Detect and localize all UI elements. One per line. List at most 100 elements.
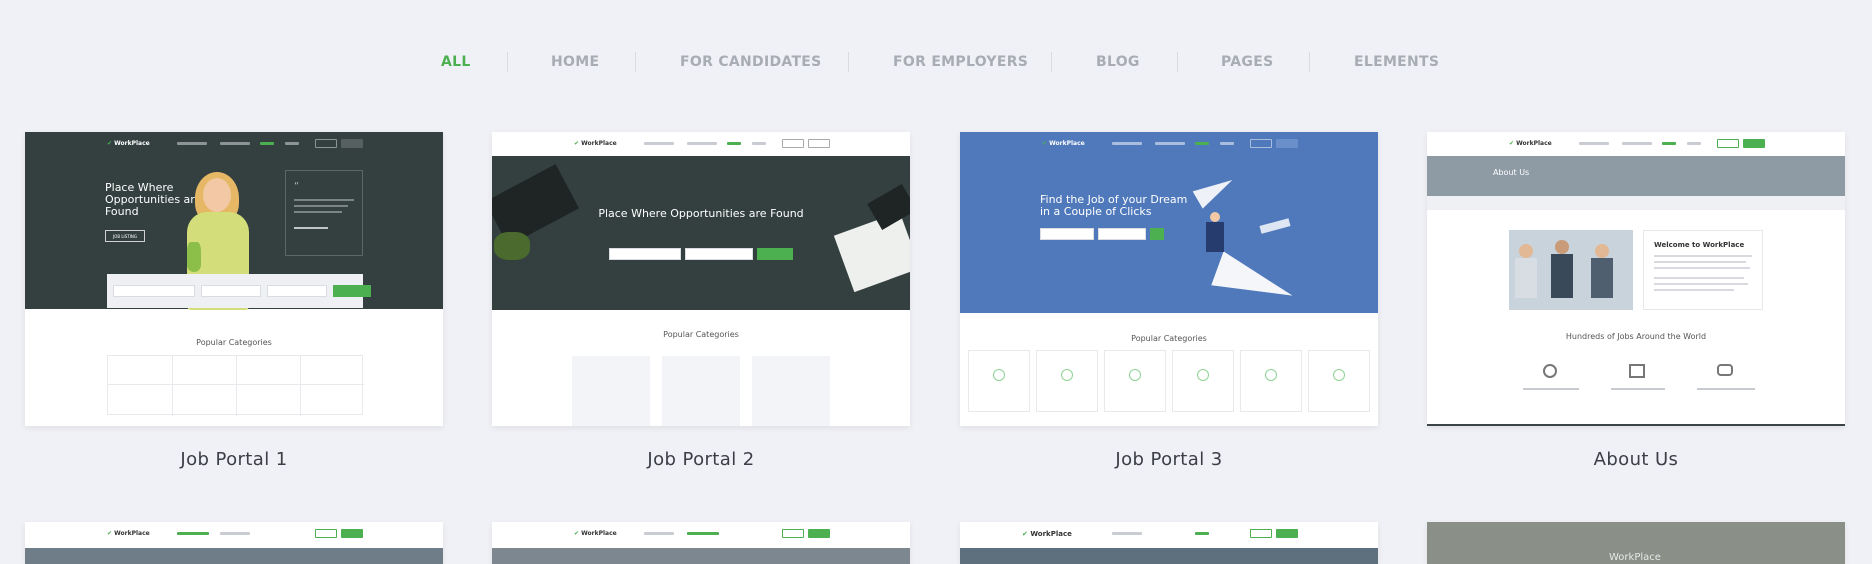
mini-login-button	[1276, 139, 1298, 148]
mini-signup-button	[782, 139, 804, 148]
demo-card[interactable]: ✔ WorkPlace	[25, 522, 443, 564]
hero-title: Place Where Opportunities are Found	[598, 207, 804, 220]
mini-menu-item	[644, 532, 674, 535]
feature-text	[1611, 388, 1665, 390]
mini-signup-button	[315, 529, 337, 538]
category-column	[662, 356, 740, 426]
mini-menu-item	[285, 142, 299, 145]
section-title: Popular Categories	[1131, 334, 1207, 343]
filter-home[interactable]: HOME	[551, 50, 599, 74]
mini-menu-item	[1155, 142, 1185, 145]
mini-logo: ✔ WorkPlace	[1022, 530, 1072, 538]
category-tile	[968, 350, 1030, 412]
mini-navbar: ✔ WorkPlace	[1427, 132, 1845, 156]
mini-logo: ✔ WorkPlace	[574, 530, 617, 537]
demo-label[interactable]: Job Portal 1	[25, 449, 443, 470]
quote-icon: “	[294, 181, 300, 192]
search-bar	[1040, 228, 1164, 240]
keyword-input[interactable]	[1040, 228, 1094, 240]
mini-navbar: ✔ WorkPlace	[960, 132, 1378, 156]
person-figure	[1206, 222, 1224, 252]
filter-divider	[507, 52, 508, 72]
feature-text	[1697, 388, 1755, 390]
mini-menu-item	[687, 532, 719, 535]
filter-for-candidates[interactable]: FOR CANDIDATES	[680, 50, 822, 74]
demo-card[interactable]: ✔ WorkPlace	[960, 522, 1378, 564]
breadcrumb	[1427, 196, 1845, 210]
category-tile	[1104, 350, 1166, 412]
hero-button: JOB LISTING	[105, 230, 145, 242]
demo-label[interactable]: About Us	[1427, 449, 1845, 470]
filter-divider	[1177, 52, 1178, 72]
search-button[interactable]	[333, 285, 371, 297]
mini-menu-item	[1220, 142, 1234, 145]
demo-card[interactable]: ✔ WorkPlace	[492, 522, 910, 564]
filter-for-employers[interactable]: FOR EMPLOYERS	[893, 50, 1028, 74]
demo-card[interactable]: WorkPlace	[1427, 522, 1845, 564]
feature-text	[1523, 388, 1579, 390]
categories-grid	[107, 355, 364, 416]
mini-login-button	[1276, 529, 1298, 538]
demo-card-job-portal-3[interactable]: ✔ WorkPlace Find the Job of your Dream i…	[960, 132, 1378, 426]
filter-divider	[1309, 52, 1310, 72]
plant-icon	[187, 242, 201, 272]
filter-pages[interactable]: PAGES	[1221, 50, 1273, 74]
mini-login-button	[1743, 139, 1765, 148]
section-title: Popular Categories	[663, 330, 739, 339]
demo-label[interactable]: Job Portal 3	[960, 449, 1378, 470]
mini-login-button	[808, 139, 830, 148]
category-tile	[1308, 350, 1370, 412]
mini-navbar: ✔ WorkPlace	[492, 522, 910, 546]
mini-signup-button	[315, 139, 337, 148]
demo-label[interactable]: Job Portal 2	[492, 449, 910, 470]
handshake-icon	[1717, 364, 1733, 376]
building-icon	[1629, 364, 1645, 378]
mini-menu-item	[220, 532, 250, 535]
keyword-input[interactable]	[113, 285, 195, 297]
hero-photo	[492, 548, 910, 564]
testimonial-box: “	[285, 170, 363, 256]
plant-icon	[494, 232, 530, 260]
category-select[interactable]	[201, 285, 261, 297]
filter-all[interactable]: ALL	[441, 50, 471, 74]
person-photo	[203, 178, 231, 212]
filter-divider	[1051, 52, 1052, 72]
region-select[interactable]	[267, 285, 327, 297]
region-select[interactable]	[685, 248, 753, 260]
mini-menu-item	[1195, 142, 1209, 145]
region-select[interactable]	[1098, 228, 1146, 240]
mini-menu-item	[220, 142, 250, 145]
team-photo	[1509, 230, 1633, 310]
hero-photo	[960, 548, 1378, 564]
filter-blog[interactable]: BLOG	[1096, 50, 1140, 74]
mini-menu-item	[1195, 532, 1209, 535]
mini-logo: ✔ WorkPlace	[1042, 140, 1085, 147]
demo-card-about-us[interactable]: ✔ WorkPlace About Us Welcome to WorkPlac…	[1427, 132, 1845, 426]
search-button[interactable]	[757, 248, 793, 260]
mini-logo: ✔ WorkPlace	[1509, 140, 1552, 147]
demo-card-job-portal-2[interactable]: ✔ WorkPlace Place Where Opportunities ar…	[492, 132, 910, 426]
mini-logo: ✔ WorkPlace	[107, 530, 150, 537]
mini-menu-item	[1112, 532, 1142, 535]
person-figure	[1210, 212, 1220, 222]
mini-menu-item	[687, 142, 717, 145]
hero-section	[960, 132, 1378, 313]
mini-logo: WorkPlace	[1609, 552, 1661, 563]
filter-elements[interactable]: ELEMENTS	[1354, 50, 1439, 74]
filter-divider	[848, 52, 849, 72]
category-tile	[1172, 350, 1234, 412]
mini-menu-item	[727, 142, 741, 145]
mini-signup-button	[1717, 139, 1739, 148]
filter-divider	[635, 52, 636, 72]
keyword-input[interactable]	[609, 248, 681, 260]
mini-menu-item	[177, 142, 207, 145]
footer-edge	[1427, 424, 1845, 426]
mini-navbar: ✔ WorkPlace	[25, 132, 443, 156]
mini-signup-button	[1250, 529, 1272, 538]
search-button[interactable]	[1150, 228, 1164, 240]
search-bar	[609, 248, 793, 260]
mini-login-button	[808, 529, 830, 538]
demo-card-job-portal-1[interactable]: ✔ WorkPlace Place Where Opportunities ar…	[25, 132, 443, 426]
mini-menu-item	[752, 142, 766, 145]
banner-title: About Us	[1493, 168, 1530, 177]
